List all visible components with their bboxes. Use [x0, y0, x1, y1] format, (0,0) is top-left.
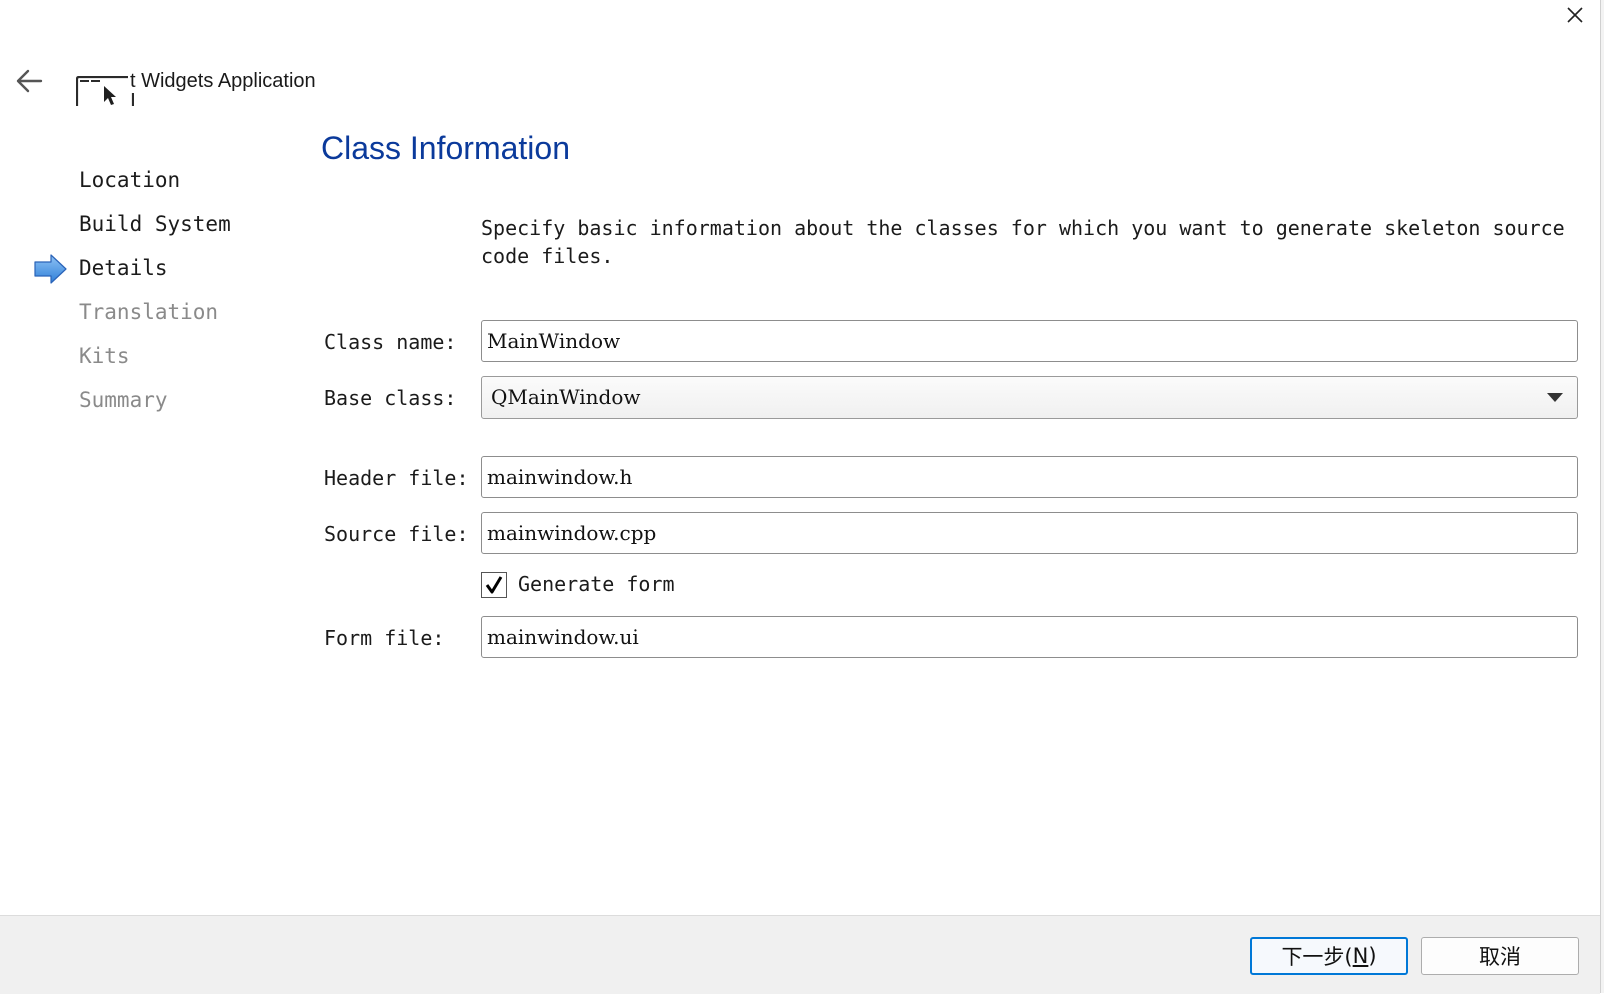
step-translation: Translation — [34, 297, 231, 341]
class-name-label: Class name: — [324, 330, 457, 354]
window-cursor-icon — [76, 76, 134, 106]
header-file-label: Header file: — [324, 466, 469, 490]
cancel-button[interactable]: 取消 — [1421, 937, 1579, 975]
step-build-system: Build System — [34, 209, 231, 253]
chevron-down-icon — [1547, 393, 1563, 402]
step-label: Location — [79, 168, 181, 192]
close-button[interactable] — [1556, 0, 1594, 30]
step-summary: Summary — [34, 385, 231, 429]
step-label: Details — [79, 256, 168, 280]
current-step-arrow-icon — [34, 254, 67, 284]
wizard-title: t Widgets Application — [128, 70, 316, 93]
wizard-footer: 下一步(N) 取消 — [0, 915, 1600, 994]
step-location: Location — [34, 165, 231, 209]
wizard-steps: Location Build System Details Translatio… — [34, 165, 231, 429]
generate-form-label[interactable]: Generate form — [518, 572, 675, 596]
source-file-label: Source file: — [324, 522, 469, 546]
class-name-input[interactable]: MainWindow — [481, 320, 1578, 362]
step-label: Build System — [79, 212, 231, 236]
next-suffix: ) — [1368, 944, 1377, 968]
back-button[interactable] — [12, 66, 46, 96]
step-label: Summary — [79, 388, 168, 412]
form-file-label: Form file: — [324, 626, 445, 650]
base-class-select[interactable]: QMainWindow — [481, 376, 1578, 419]
close-icon — [1567, 7, 1583, 23]
generate-form-checkbox[interactable] — [481, 572, 507, 598]
step-label: Translation — [79, 300, 219, 324]
header-file-input[interactable]: mainwindow.h — [481, 456, 1578, 498]
back-arrow-icon — [16, 69, 43, 93]
next-label: 下一步( — [1281, 945, 1353, 969]
description-line-2: code files. — [481, 244, 614, 268]
checkmark-icon — [485, 576, 503, 594]
page-title: Class Information — [321, 130, 570, 166]
source-file-input[interactable]: mainwindow.cpp — [481, 512, 1578, 554]
next-mnemonic: N — [1352, 944, 1369, 968]
step-details: Details — [34, 253, 231, 297]
next-button[interactable]: 下一步(N) — [1250, 937, 1408, 975]
base-class-value: QMainWindow — [491, 385, 641, 409]
form-file-input[interactable]: mainwindow.ui — [481, 616, 1578, 658]
page-description: Specify basic information about the clas… — [481, 214, 1581, 270]
step-label: Kits — [79, 344, 130, 368]
description-line-1: Specify basic information about the clas… — [481, 216, 1565, 240]
base-class-label: Base class: — [324, 386, 457, 410]
wizard-window: t Widgets Application Location Build Sys… — [0, 0, 1601, 994]
step-kits: Kits — [34, 341, 231, 385]
